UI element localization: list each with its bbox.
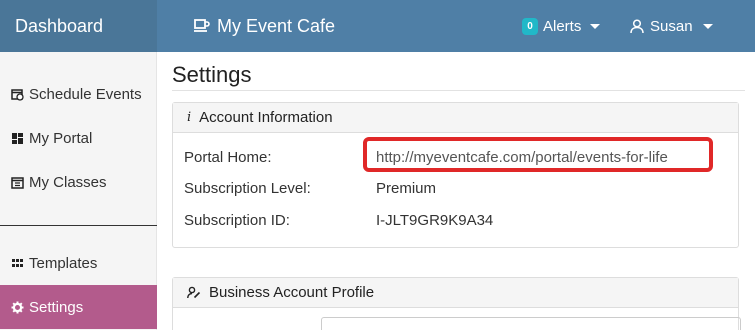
portal-home-label: Portal Home: [184,149,272,166]
alerts-count-badge: 0 [522,17,538,35]
top-navbar: Dashboard My Event Cafe 0 Alerts Susan [0,0,755,52]
main-content: Settings i Account Information Portal Ho… [172,52,755,330]
sidebar-item-schedule-events[interactable]: Schedule Events [0,72,157,116]
panel-title: Business Account Profile [209,284,375,301]
sidebar-item-label: My Classes [29,173,107,191]
subscription-level-value: Premium [376,180,437,197]
gear-icon [11,301,24,313]
calendar-list-icon [11,176,24,189]
business-name-field[interactable] [321,317,741,330]
coffee-cup-icon [194,19,210,32]
app-title-text: My Event Cafe [217,16,336,36]
caret-down-icon [702,23,713,29]
account-information-panel: i Account Information Portal Home: http:… [172,102,739,248]
sidebar-item-settings[interactable]: Settings [0,285,157,329]
sidebar-item-label: Schedule Events [29,85,142,103]
brand-link[interactable]: Dashboard [0,0,157,52]
alerts-label: Alerts [543,17,582,35]
caret-down-icon [590,23,601,29]
dashboard-tiles-icon [12,132,23,144]
sidebar-item-label: Templates [29,254,98,272]
grid-icon [12,258,23,267]
sidebar-divider [0,225,157,226]
highlight-box [363,137,713,172]
sidebar: Schedule Events My Portal My Classes Tem… [0,52,157,330]
calendar-clock-icon [11,88,24,101]
sidebar-item-label: My Portal [29,129,93,147]
subscription-id-label: Subscription ID: [184,212,290,229]
subscription-level-label: Subscription Level: [184,180,311,197]
page-title: Settings [172,62,252,87]
app-title-link[interactable]: My Event Cafe [193,0,335,52]
sidebar-item-my-classes[interactable]: My Classes [0,160,157,204]
alerts-dropdown[interactable]: 0 Alerts [522,0,601,52]
panel-header: Business Account Profile [173,278,738,308]
sidebar-item-label: Settings [29,298,84,316]
user-edit-icon [187,286,201,299]
subscription-id-value: I-JLT9GR9K9A34 [376,212,494,229]
sidebar-item-my-portal[interactable]: My Portal [0,116,157,160]
user-dropdown[interactable]: Susan [630,0,713,52]
user-icon [630,18,644,33]
sidebar-item-templates[interactable]: Templates [0,241,157,285]
info-icon: i [187,110,192,125]
panel-header: i Account Information [173,103,738,133]
user-name: Susan [650,17,693,35]
panel-title: Account Information [199,109,333,126]
title-divider [172,90,745,91]
